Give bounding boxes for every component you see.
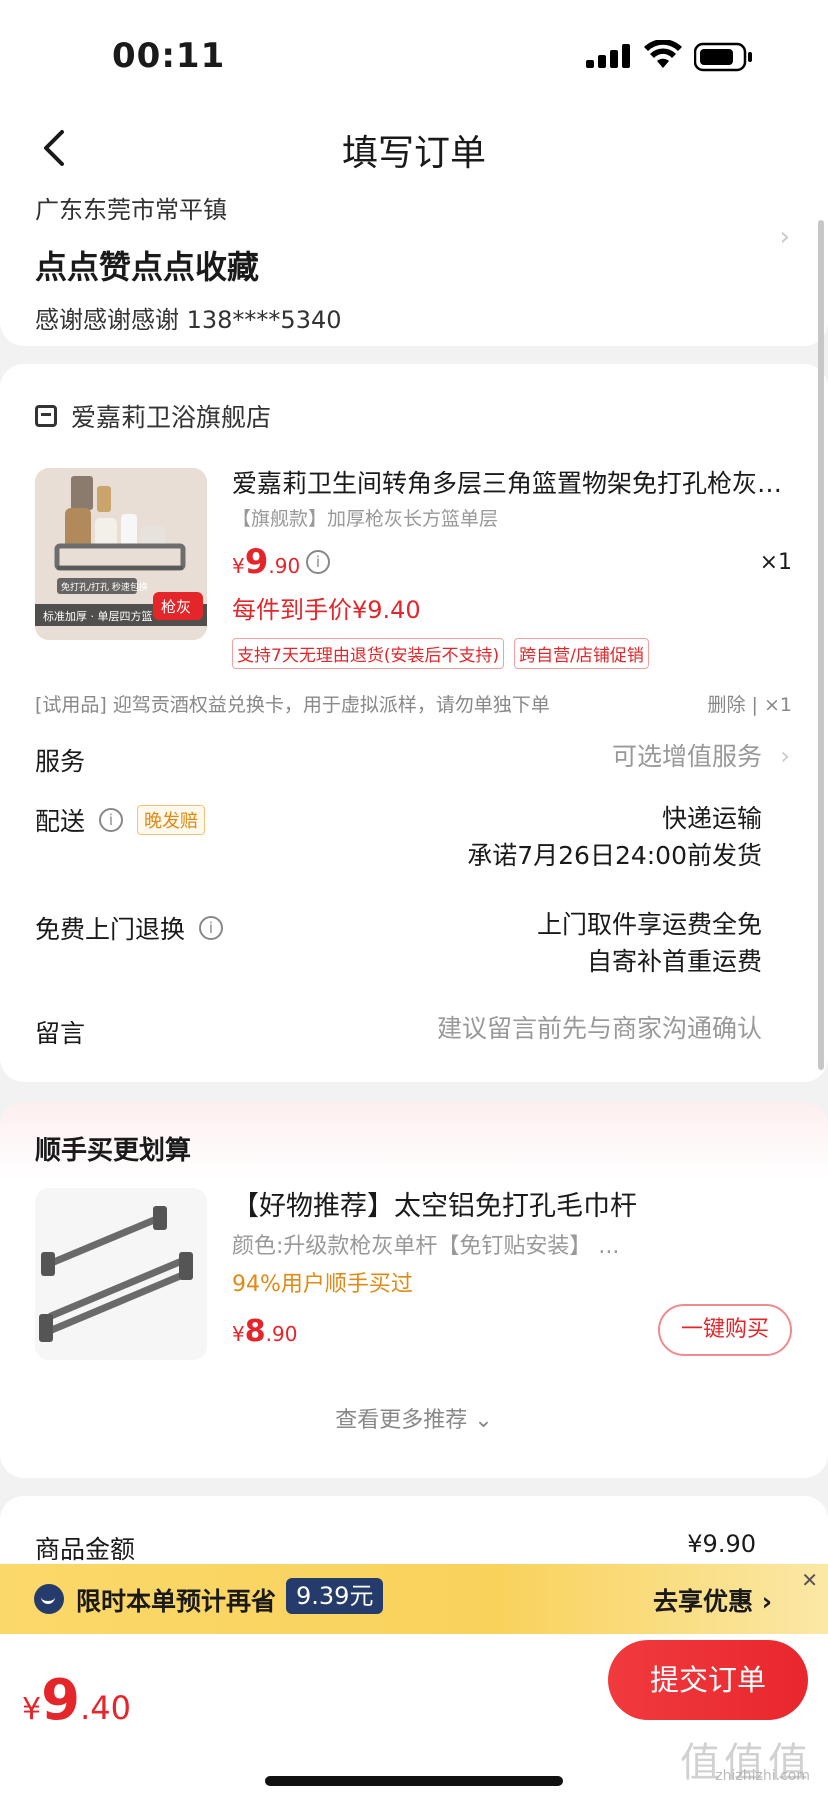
trial-delete[interactable]: 删除 | ×1 — [708, 690, 793, 717]
promo-text: 限时本单预计再省 — [76, 1587, 277, 1616]
upsell-image[interactable] — [35, 1188, 207, 1360]
promo-bar[interactable]: 限时本单预计再省 9.39元 去享优惠 › ✕ — [0, 1564, 828, 1634]
store-name: 爱嘉莉卫浴旗舰店 — [71, 403, 272, 432]
goods-amount-label: 商品金额 — [35, 1535, 136, 1564]
upsell-item-spec[interactable]: 颜色:升级款枪灰单杆【免钉贴安装】 ... — [232, 1228, 642, 1260]
upsell-card: 顺手买更划算 【好物推荐】太空铝免打孔毛巾杆 颜色:升级款枪灰单杆【免钉贴安装】… — [0, 1102, 828, 1478]
product-tags: 支持7天无理由退货(安装后不支持) 跨自营/店铺促销 — [232, 638, 649, 669]
battery-icon — [694, 42, 752, 72]
info-icon[interactable]: i — [99, 808, 124, 832]
price-integer: 9 — [41, 1668, 81, 1733]
address-region: 广东东莞市常平镇 — [35, 196, 227, 224]
more-recommendations-link[interactable]: 查看更多推荐 ⌄ — [0, 1402, 828, 1434]
upsell-social-proof: 94%用户顺手买过 — [232, 1272, 413, 1297]
wifi-icon — [644, 40, 682, 68]
price-symbol: ¥ — [232, 1322, 245, 1346]
product-image[interactable]: 标准加厚 · 单层四方篮 枪灰 免打孔/打孔 秒速包换 — [35, 468, 207, 640]
delivery-promise: 承诺7月26日24:00前发货 — [467, 841, 762, 870]
home-indicator[interactable] — [265, 1776, 563, 1786]
product-spec[interactable]: 【旗舰款】加厚枪灰长方篮单层 — [232, 504, 498, 531]
promo-saving-badge: 9.39元 — [286, 1578, 384, 1614]
message-label: 留言 — [35, 1019, 86, 1048]
trial-item: [试用品] 迎驾贡酒权益兑换卡，用于虚拟派样，请勿单独下单 — [35, 694, 550, 716]
watermark-url: zhizhizhi.com — [715, 1768, 810, 1784]
promo-link[interactable]: 去享优惠 › — [653, 1582, 772, 1618]
price-decimal: .90 — [265, 1322, 298, 1346]
signal-icon — [586, 44, 630, 68]
one-click-buy-button[interactable]: 一键购买 — [658, 1304, 792, 1356]
product-title[interactable]: 爱嘉莉卫生间转角多层三角篮置物架免打孔枪灰… — [232, 464, 792, 500]
address-card[interactable]: 广东东莞市常平镇 点点赞点点收藏 感谢感谢感谢 138****5340 › — [0, 180, 828, 346]
price-integer: 9 — [244, 542, 269, 582]
product-quantity: ×1 — [759, 550, 792, 575]
info-icon: i — [306, 550, 330, 574]
price-integer: 8 — [244, 1314, 266, 1349]
service-label: 服务 — [35, 747, 86, 776]
image-tagline: 免打孔/打孔 秒速包换 — [61, 581, 148, 593]
price-info-button[interactable]: i — [306, 550, 330, 574]
submit-order-button[interactable]: 提交订单 — [608, 1640, 808, 1720]
total-price: ¥ 9 .40 — [22, 1668, 131, 1733]
smile-icon — [34, 1584, 64, 1614]
upsell-price: ¥ 8 .90 — [232, 1314, 297, 1349]
tag-return-policy: 支持7天无理由退货(安装后不支持) — [232, 638, 505, 669]
delivery-label: 配送 — [35, 807, 86, 836]
tag-promotion: 跨自营/店铺促销 — [514, 638, 649, 669]
nav-bar: 填写订单 — [0, 108, 828, 188]
chevron-right-icon: › — [779, 222, 790, 252]
return-line-1: 上门取件享运费全免 — [536, 910, 762, 939]
status-time: 00:11 — [112, 36, 226, 76]
price-decimal: .90 — [268, 554, 301, 578]
message-input[interactable]: 建议留言前先与商家沟通确认 — [437, 1010, 762, 1047]
price-decimal: .40 — [80, 1689, 131, 1727]
goods-amount-value: ¥9.90 — [687, 1530, 756, 1558]
service-row[interactable]: 可选增值服务 — [612, 738, 762, 775]
order-card: 爱嘉莉卫浴旗舰店 标准加厚 · 单层四方篮 枪灰 免打孔/打孔 秒速包换 爱嘉莉… — [0, 364, 828, 1082]
delivery-method: 快递运输 — [661, 804, 762, 833]
price-symbol: ¥ — [22, 1692, 42, 1727]
product-price: ¥ 9 .90 — [232, 542, 300, 582]
status-bar: 00:11 — [0, 0, 828, 108]
store-icon — [35, 405, 57, 427]
upsell-item-title[interactable]: 【好物推荐】太空铝免打孔毛巾杆 — [232, 1184, 637, 1223]
page-title: 填写订单 — [341, 133, 486, 174]
return-label-group: 免费上门退换 i — [35, 910, 224, 946]
address-recipient: 点点赞点点收藏 — [35, 248, 260, 286]
late-compensation-badge: 晚发赔 — [137, 805, 206, 835]
delivery-label-group: 配送 i 晚发赔 — [35, 802, 206, 838]
final-price: 每件到手价¥9.40 — [232, 596, 421, 624]
close-icon[interactable]: ✕ — [801, 1568, 818, 1592]
scrollbar[interactable] — [818, 220, 824, 1070]
chevron-right-icon: › — [780, 742, 790, 770]
shelf-illustration: 标准加厚 · 单层四方篮 枪灰 免打孔/打孔 秒速包换 — [35, 468, 207, 640]
info-icon[interactable]: i — [199, 916, 224, 940]
return-line-2: 自寄补首重运费 — [586, 947, 762, 976]
return-label: 免费上门退换 — [35, 915, 186, 944]
upsell-title: 顺手买更划算 — [35, 1136, 192, 1166]
image-badge: 枪灰 — [161, 598, 191, 616]
store-header[interactable]: 爱嘉莉卫浴旗舰店 — [35, 398, 271, 434]
return-info: 上门取件享运费全免 自寄补首重运费 — [537, 906, 762, 980]
image-caption: 标准加厚 · 单层四方篮 — [43, 609, 153, 623]
address-contact: 感谢感谢感谢 138****5340 — [35, 306, 342, 334]
delivery-info[interactable]: 快递运输 承诺7月26日24:00前发货 — [467, 800, 762, 874]
price-symbol: ¥ — [232, 554, 245, 578]
bottom-bar: ¥ 9 .40 提交订单 值值值 zhizhizhi.com — [0, 1634, 828, 1795]
towel-bar-illustration — [35, 1188, 207, 1360]
